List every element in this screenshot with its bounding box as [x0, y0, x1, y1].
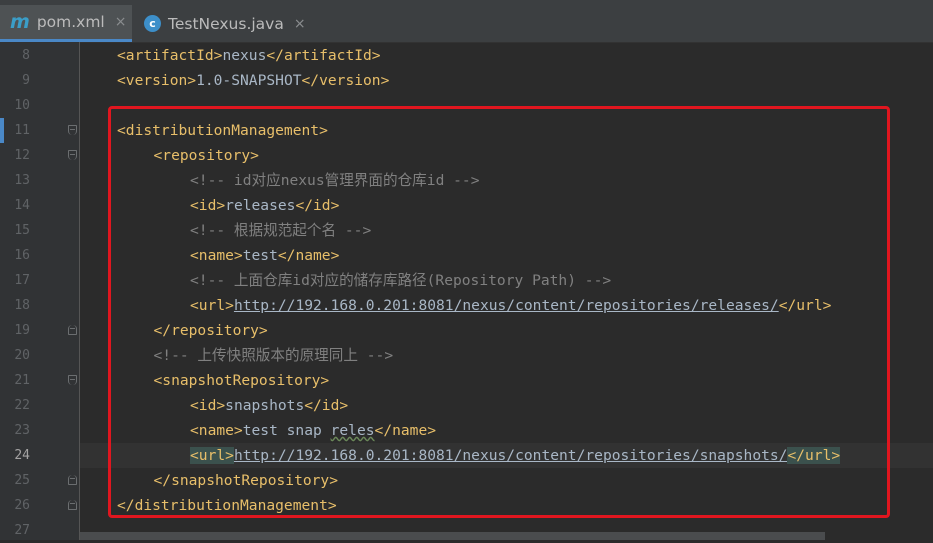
maven-m-icon: m	[10, 10, 30, 33]
fold-collapse-icon[interactable]	[68, 375, 77, 385]
line-number: 15	[14, 223, 30, 238]
line-number: 17	[14, 273, 30, 288]
xml-tag: </artifactId>	[266, 47, 381, 64]
horizontal-scrollbar[interactable]	[80, 532, 825, 540]
editor-tab-bar: m pom.xml × c TestNexus.java ×	[0, 0, 933, 43]
xml-tag: <artifactId>	[117, 47, 223, 64]
line-number: 26	[14, 498, 30, 513]
java-class-icon: c	[144, 15, 161, 32]
fold-end-icon[interactable]	[68, 325, 77, 335]
fold-collapse-icon[interactable]	[68, 125, 77, 135]
tab-label: TestNexus.java	[168, 14, 284, 33]
line-number: 20	[14, 348, 30, 363]
xml-tag: <version>	[117, 72, 197, 89]
highlight-box	[108, 106, 890, 518]
line-number: 23	[14, 423, 30, 438]
line-number: 14	[14, 198, 30, 213]
tab-pom-xml[interactable]: m pom.xml ×	[0, 5, 132, 42]
xml-text: 1.0-SNAPSHOT	[196, 72, 302, 89]
line-number: 18	[14, 298, 30, 313]
line-number: 11	[14, 123, 30, 138]
close-icon[interactable]: ×	[115, 14, 127, 30]
code-line[interactable]: 9 <version>1.0-SNAPSHOT</version>	[0, 68, 933, 93]
line-number: 13	[14, 173, 30, 188]
fold-collapse-icon[interactable]	[68, 150, 77, 160]
fold-end-icon[interactable]	[68, 475, 77, 485]
xml-text: nexus	[222, 47, 267, 64]
line-number: 27	[14, 523, 30, 538]
line-number: 19	[14, 323, 30, 338]
line-number: 24	[14, 448, 30, 463]
tab-label: pom.xml	[36, 13, 105, 31]
line-number: 10	[14, 98, 30, 113]
line-number: 8	[22, 48, 30, 63]
line-number: 21	[14, 373, 30, 388]
code-text: <version>1.0-SNAPSHOT</version>	[117, 68, 389, 93]
line-number: 9	[22, 73, 30, 88]
line-number: 25	[14, 473, 30, 488]
close-icon[interactable]: ×	[294, 16, 306, 32]
line-number: 12	[14, 148, 30, 163]
line-number: 16	[14, 248, 30, 263]
fold-end-icon[interactable]	[68, 500, 77, 510]
xml-tag: </version>	[301, 72, 390, 89]
tab-testnexus-java[interactable]: c TestNexus.java ×	[134, 5, 306, 42]
code-text: <artifactId>nexus</artifactId>	[117, 43, 381, 68]
code-line[interactable]: 8 <artifactId>nexus</artifactId>	[0, 43, 933, 68]
line-number: 22	[14, 398, 30, 413]
